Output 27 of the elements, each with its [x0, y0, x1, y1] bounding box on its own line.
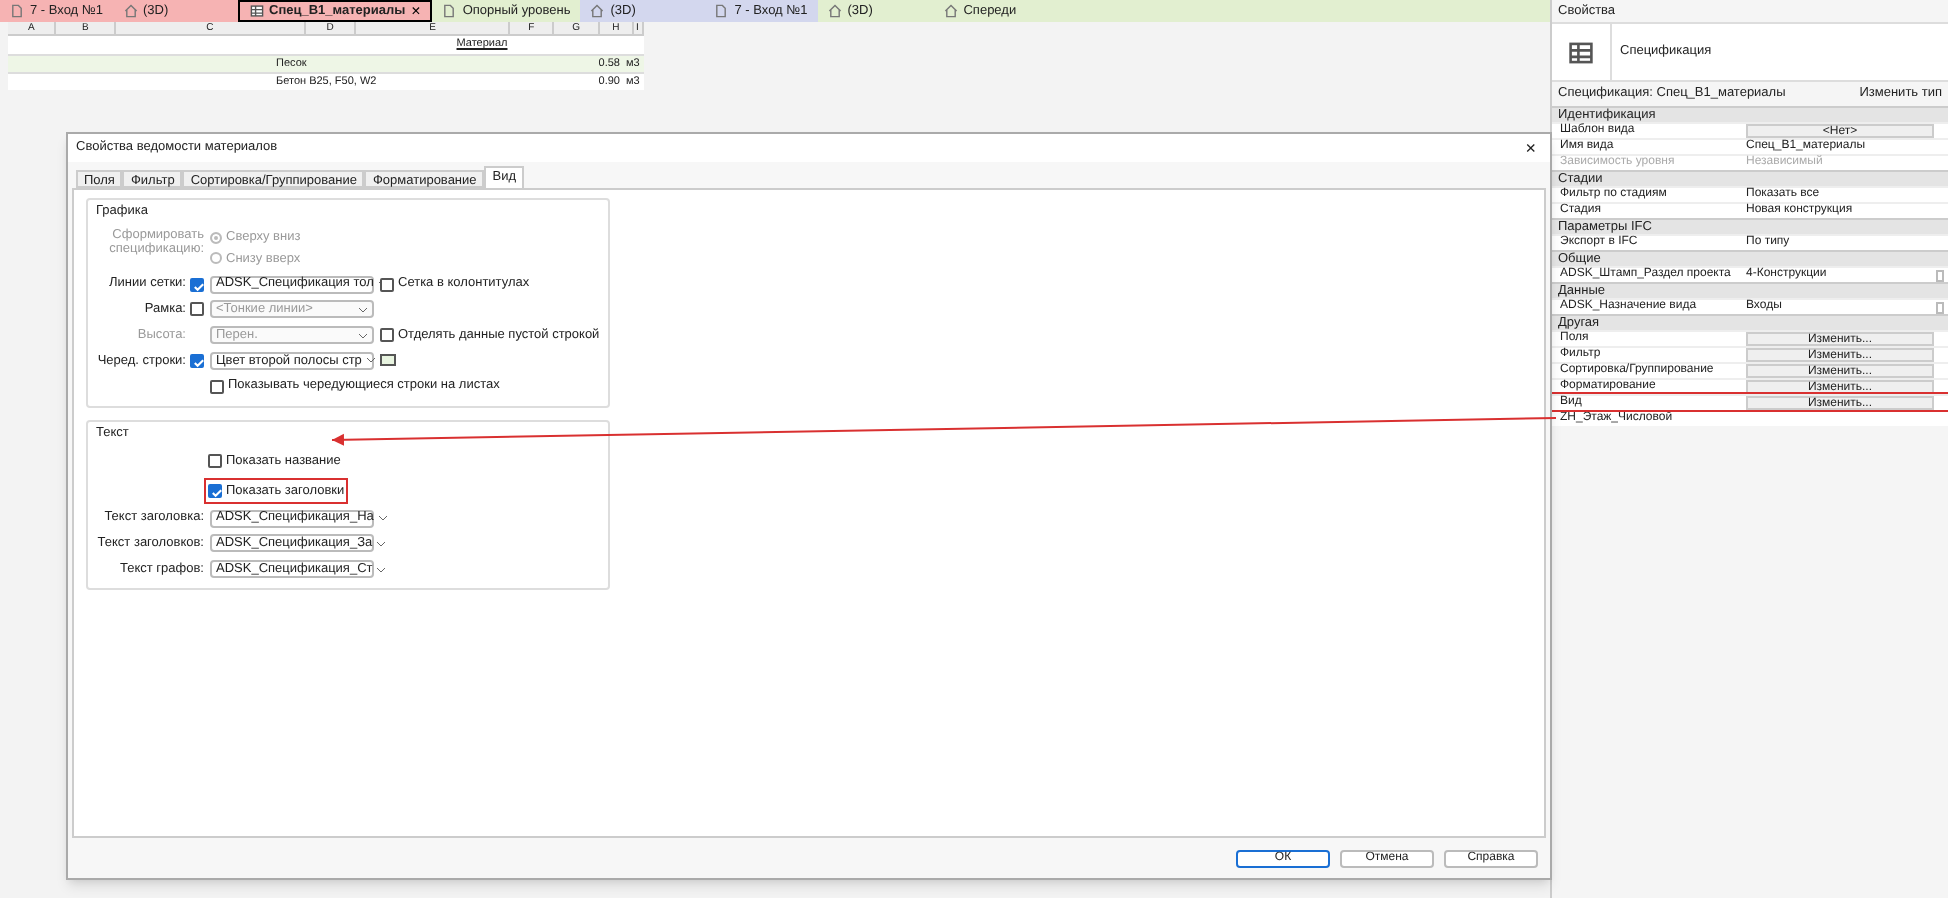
checkbox[interactable]	[380, 277, 394, 292]
house-icon	[590, 4, 605, 18]
color-swatch[interactable]	[380, 354, 396, 367]
chevron-icon	[377, 514, 388, 523]
house-icon	[827, 4, 842, 18]
checkbox[interactable]	[210, 379, 224, 394]
page-icon	[714, 4, 729, 18]
close-button[interactable]: ×	[1519, 139, 1542, 157]
table-icon	[1568, 39, 1594, 65]
checkbox[interactable]	[208, 454, 222, 469]
chevron-icon	[365, 356, 376, 365]
house-icon	[943, 4, 958, 18]
table-icon	[249, 4, 263, 18]
checkbox[interactable]	[190, 302, 204, 317]
checkbox[interactable]	[1936, 269, 1944, 281]
chevron-icon	[358, 331, 368, 340]
page-icon	[10, 4, 24, 18]
close-button[interactable]: ×	[411, 3, 421, 19]
chevron-icon	[376, 565, 387, 574]
chevron-icon	[358, 305, 368, 314]
checkbox[interactable]	[190, 353, 204, 368]
checkbox[interactable]	[190, 277, 204, 292]
checkbox[interactable]	[208, 483, 222, 498]
page-icon	[442, 4, 457, 18]
chevron-icon	[376, 539, 387, 548]
house-icon	[123, 4, 137, 18]
checkbox[interactable]	[1936, 301, 1944, 313]
